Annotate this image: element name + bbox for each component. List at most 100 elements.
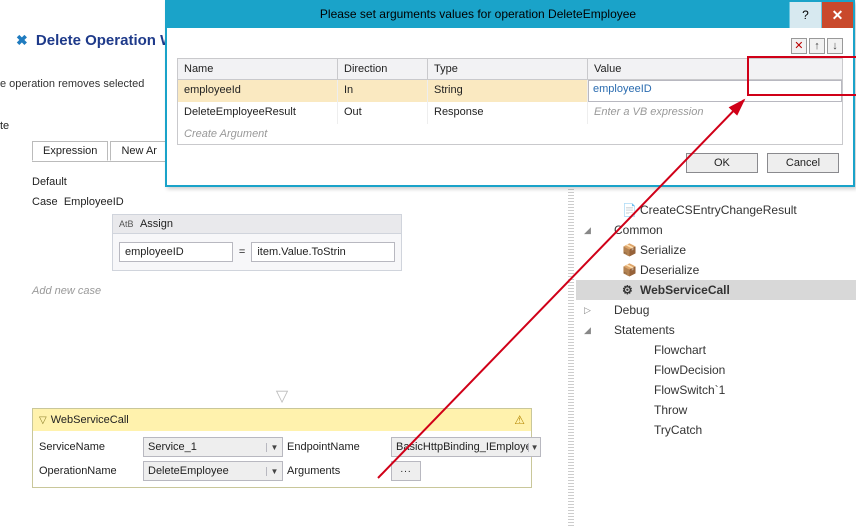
toolbox-item[interactable]: FlowDecision [576, 360, 856, 380]
toolbox-item[interactable]: Throw [576, 400, 856, 420]
combo-operationname-value: DeleteEmployee [144, 463, 266, 479]
label-servicename: ServiceName [39, 439, 139, 455]
create-argument[interactable]: Create Argument [178, 124, 842, 144]
label-operationname: OperationName [39, 463, 139, 479]
toolbox-item[interactable]: ⚙WebServiceCall [576, 280, 856, 300]
cell-type[interactable]: Response [428, 102, 588, 124]
assign-value-input[interactable]: item.Value.ToStrin [251, 242, 395, 262]
cell-name[interactable]: DeleteEmployeeResult [178, 102, 338, 124]
value-input[interactable] [593, 83, 837, 95]
expand-icon[interactable]: ▷ [584, 305, 596, 316]
tab-new-argument[interactable]: New Ar [110, 141, 167, 161]
tab-strip: Expression New Ar [32, 140, 167, 162]
arguments-dialog: Please set arguments values for operatio… [165, 0, 855, 187]
assign-activity[interactable]: AtB Assign employeeID = item.Value.ToStr… [112, 214, 402, 271]
grid-row[interactable]: DeleteEmployeeResult Out Response Enter … [178, 102, 842, 124]
move-down-icon[interactable]: ↓ [827, 38, 843, 54]
cell-name[interactable]: employeeId [178, 80, 338, 102]
combo-endpointname-value: BasicHttpBinding_IEmployeeService [392, 439, 528, 455]
switch-case[interactable]: Case EmployeeID [32, 196, 532, 208]
toolbox-item[interactable]: 📄CreateCSEntryChangeResult [576, 200, 856, 220]
combo-servicename[interactable]: Service_1 ▼ [143, 437, 283, 457]
case-prefix: Case [32, 196, 58, 208]
add-new-case[interactable]: Add new case [32, 285, 532, 297]
item-label: CreateCSEntryChangeResult [640, 203, 797, 217]
grid-header: Name Direction Type Value [178, 59, 842, 80]
chevron-down-icon[interactable]: ▼ [528, 443, 540, 452]
item-label: Statements [614, 323, 675, 337]
item-label: TryCatch [654, 423, 702, 437]
cell-direction[interactable]: Out [338, 102, 428, 124]
assign-ab-icon: AtB [119, 219, 134, 229]
assign-title: Assign [140, 218, 173, 230]
item-label: Flowchart [654, 343, 706, 357]
expand-icon[interactable]: ◢ [584, 325, 596, 336]
switch-activity: Default Case EmployeeID AtB Assign emplo… [32, 176, 532, 297]
chevron-down-icon[interactable]: ▼ [266, 467, 282, 476]
cancel-button[interactable]: Cancel [767, 153, 839, 173]
assign-equals: = [237, 246, 247, 258]
warning-icon: ⚠ [514, 413, 525, 427]
wizard-side-item: te [0, 120, 9, 132]
item-label: FlowDecision [654, 363, 725, 377]
arguments-ellipsis-button[interactable]: ... [391, 461, 421, 481]
wizard-description: e operation removes selected [0, 78, 144, 90]
combo-operationname[interactable]: DeleteEmployee ▼ [143, 461, 283, 481]
cell-value[interactable] [588, 80, 842, 102]
toolbox-item[interactable]: ◢ Statements [576, 320, 856, 340]
col-direction[interactable]: Direction [338, 59, 428, 80]
col-name[interactable]: Name [178, 59, 338, 80]
cell-value[interactable]: Enter a VB expression [588, 102, 842, 124]
help-button[interactable]: ? [789, 2, 821, 28]
move-up-icon[interactable]: ↑ [809, 38, 825, 54]
assign-header: AtB Assign [113, 215, 401, 234]
dialog-buttons: OK Cancel [177, 145, 843, 175]
cell-type[interactable]: String [428, 80, 588, 102]
item-label: Throw [654, 403, 687, 417]
item-label: Serialize [640, 243, 686, 257]
dialog-title: Please set arguments values for operatio… [167, 2, 789, 28]
tab-expression[interactable]: Expression [32, 141, 108, 161]
wizard-title-text: Delete Operation Wo [36, 32, 183, 49]
cell-direction[interactable]: In [338, 80, 428, 102]
arguments-grid: Name Direction Type Value employeeId In … [177, 58, 843, 145]
grid-row[interactable]: employeeId In String [178, 80, 842, 102]
collapse-icon[interactable]: ▽ [39, 415, 47, 426]
item-icon: 📄 [622, 203, 640, 217]
assign-to-input[interactable]: employeeID [119, 242, 233, 262]
label-endpointname: EndpointName [287, 439, 387, 455]
wsc-property-grid: ServiceName Service_1 ▼ EndpointName Bas… [33, 431, 531, 487]
col-value[interactable]: Value [588, 59, 842, 80]
toolbox-item[interactable]: 📦Deserialize [576, 260, 856, 280]
webservicecall-activity[interactable]: ▽ WebServiceCall ⚠ ServiceName Service_1… [32, 408, 532, 488]
wsc-header[interactable]: ▽ WebServiceCall ⚠ [33, 409, 531, 431]
item-label: Debug [614, 303, 649, 317]
close-button[interactable]: ✕ [821, 2, 853, 28]
col-type[interactable]: Type [428, 59, 588, 80]
toolbox-item[interactable]: ▷ Debug [576, 300, 856, 320]
item-icon: ⚙ [622, 283, 640, 297]
label-arguments: Arguments [287, 463, 387, 479]
item-label: Common [614, 223, 663, 237]
toolbox-item[interactable]: ◢ Common [576, 220, 856, 240]
assign-body: employeeID = item.Value.ToStrin [113, 234, 401, 270]
item-label: FlowSwitch`1 [654, 383, 725, 397]
item-icon: 📦 [622, 243, 640, 257]
toolbox-item[interactable]: 📦Serialize [576, 240, 856, 260]
delete-icon: ✖ [16, 32, 28, 48]
expand-icon[interactable]: ◢ [584, 225, 596, 236]
chevron-down-icon[interactable]: ▼ [266, 443, 282, 452]
delete-row-icon[interactable]: ✕ [791, 38, 807, 54]
dialog-body: ✕ ↑ ↓ Name Direction Type Value employee… [167, 28, 853, 185]
case-value: EmployeeID [64, 196, 124, 208]
dialog-titlebar[interactable]: Please set arguments values for operatio… [167, 2, 853, 28]
item-icon: 📦 [622, 263, 640, 277]
item-label: Deserialize [640, 263, 699, 277]
toolbox-item[interactable]: TryCatch [576, 420, 856, 440]
combo-endpointname[interactable]: BasicHttpBinding_IEmployeeService ▼ [391, 437, 541, 457]
wsc-title: WebServiceCall [51, 414, 129, 426]
combo-servicename-value: Service_1 [144, 439, 266, 455]
ok-button[interactable]: OK [686, 153, 758, 173]
toolbox-item[interactable]: Flowchart [576, 340, 856, 360]
toolbox-item[interactable]: FlowSwitch`1 [576, 380, 856, 400]
